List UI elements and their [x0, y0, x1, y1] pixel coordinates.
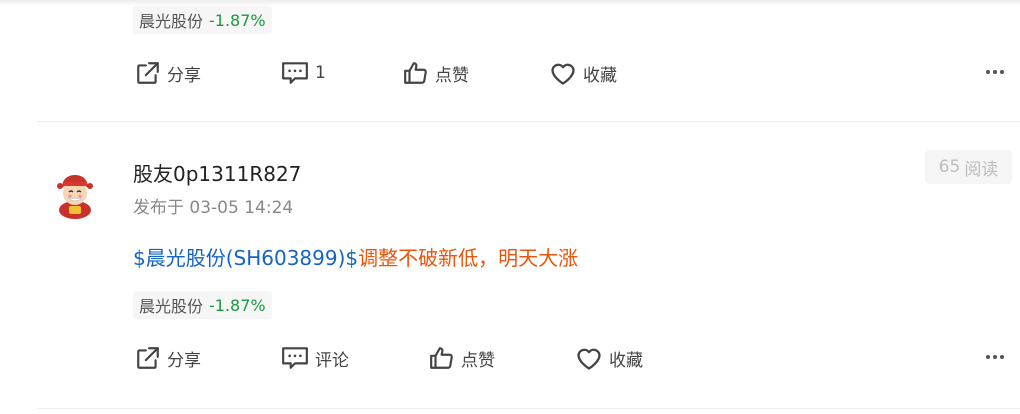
- like-icon: [430, 347, 453, 369]
- post-text: 调整不破新低，明天大涨: [358, 246, 579, 270]
- share-label: 分享: [167, 350, 201, 371]
- stock-tag[interactable]: 晨光股份 -1.87%: [133, 6, 272, 34]
- like-button[interactable]: 点赞: [429, 342, 495, 374]
- like-label: 点赞: [461, 350, 495, 371]
- read-count-badge: 65 阅读: [925, 150, 1012, 184]
- comment-label: 评论: [315, 350, 349, 371]
- post-actions: 分享 评论 点赞 收藏: [0, 342, 1020, 374]
- share-label: 分享: [167, 65, 201, 86]
- share-icon: [137, 62, 159, 84]
- comment-icon: [282, 347, 308, 369]
- more-icon[interactable]: [982, 344, 1008, 370]
- post-divider: [37, 408, 1020, 409]
- stock-tag-name: 晨光股份: [139, 12, 204, 31]
- more-icon[interactable]: [982, 59, 1008, 85]
- stock-tag[interactable]: 晨光股份 -1.87%: [133, 291, 272, 319]
- post-actions: 分享 1 点赞 收藏: [0, 57, 1020, 89]
- comment-button[interactable]: 1: [281, 57, 326, 89]
- like-icon: [404, 62, 427, 84]
- favorite-label: 收藏: [583, 65, 617, 86]
- comment-count: 1: [315, 63, 326, 83]
- share-button[interactable]: 分享: [135, 342, 201, 374]
- author-name[interactable]: 股友0p1311R827: [133, 158, 301, 187]
- stock-tag-change: -1.87%: [209, 10, 266, 30]
- post-item: 股友0p1311R827 发布于 03-05 14:24 65 阅读 $晨光股份…: [0, 122, 1020, 410]
- read-count: 65: [938, 157, 961, 177]
- favorite-button[interactable]: 收藏: [549, 57, 617, 89]
- stock-tag-change: -1.87%: [209, 295, 266, 315]
- post-content: $晨光股份(SH603899)$调整不破新低，明天大涨: [133, 242, 578, 271]
- like-button[interactable]: 点赞: [403, 57, 469, 89]
- favorite-icon: [577, 348, 601, 370]
- comment-button[interactable]: 评论: [281, 342, 349, 374]
- avatar[interactable]: [48, 166, 102, 220]
- share-button[interactable]: 分享: [135, 57, 201, 89]
- post-time: 发布于 03-05 14:24: [133, 198, 294, 218]
- share-icon: [137, 347, 159, 369]
- post-item: 晨光股份 -1.87% 分享 1 点赞 收藏: [0, 0, 1020, 122]
- stock-link[interactable]: $晨光股份(SH603899)$: [133, 246, 358, 270]
- read-label: 阅读: [964, 159, 999, 180]
- comment-icon: [282, 62, 308, 84]
- favorite-button[interactable]: 收藏: [575, 342, 643, 374]
- favorite-icon: [551, 63, 575, 85]
- stock-tag-name: 晨光股份: [139, 297, 204, 316]
- like-label: 点赞: [435, 65, 469, 86]
- favorite-label: 收藏: [609, 350, 643, 371]
